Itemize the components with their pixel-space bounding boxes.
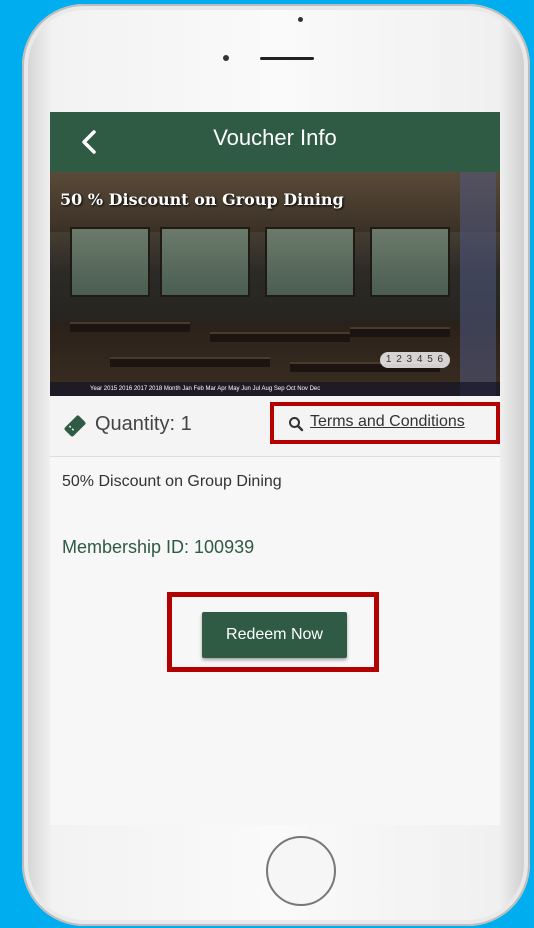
- quantity-label: Quantity: 1: [95, 413, 192, 435]
- top-bar: Voucher Info: [50, 112, 500, 172]
- membership-id: Membership ID: 100939: [62, 537, 255, 557]
- ticket-icon: [64, 415, 86, 437]
- voucher-details: 50% Discount on Group Dining Membership …: [50, 457, 500, 825]
- sensor-dot: [298, 17, 303, 22]
- voucher-banner-image: 50 % Discount on Group Dining 1 2 3 4 5 …: [50, 172, 500, 396]
- date-column: [460, 172, 496, 396]
- banner-title: 50 % Discount on Group Dining: [60, 190, 344, 209]
- app-screen: Voucher Info 50 % Discount on Group Dini…: [50, 112, 500, 825]
- earpiece-speaker: [260, 57, 314, 60]
- voucher-description: 50% Discount on Group Dining: [62, 473, 282, 490]
- image-pager[interactable]: 1 2 3 4 5 6: [380, 352, 450, 368]
- redeem-now-button[interactable]: Redeem Now: [202, 612, 347, 658]
- terms-highlight-box: Terms and Conditions: [270, 402, 500, 444]
- quantity-row: Quantity: 1 Terms and Conditions: [50, 396, 500, 457]
- page-title: Voucher Info: [213, 125, 337, 150]
- search-icon: [289, 417, 304, 432]
- redeem-highlight-box: Redeem Now: [167, 592, 379, 672]
- home-button[interactable]: [266, 836, 336, 906]
- year-month-strip: Year 2015 2016 2017 2018 Month Jan Feb M…: [50, 382, 500, 396]
- front-camera: [223, 55, 229, 61]
- terms-and-conditions-link[interactable]: Terms and Conditions: [310, 413, 465, 431]
